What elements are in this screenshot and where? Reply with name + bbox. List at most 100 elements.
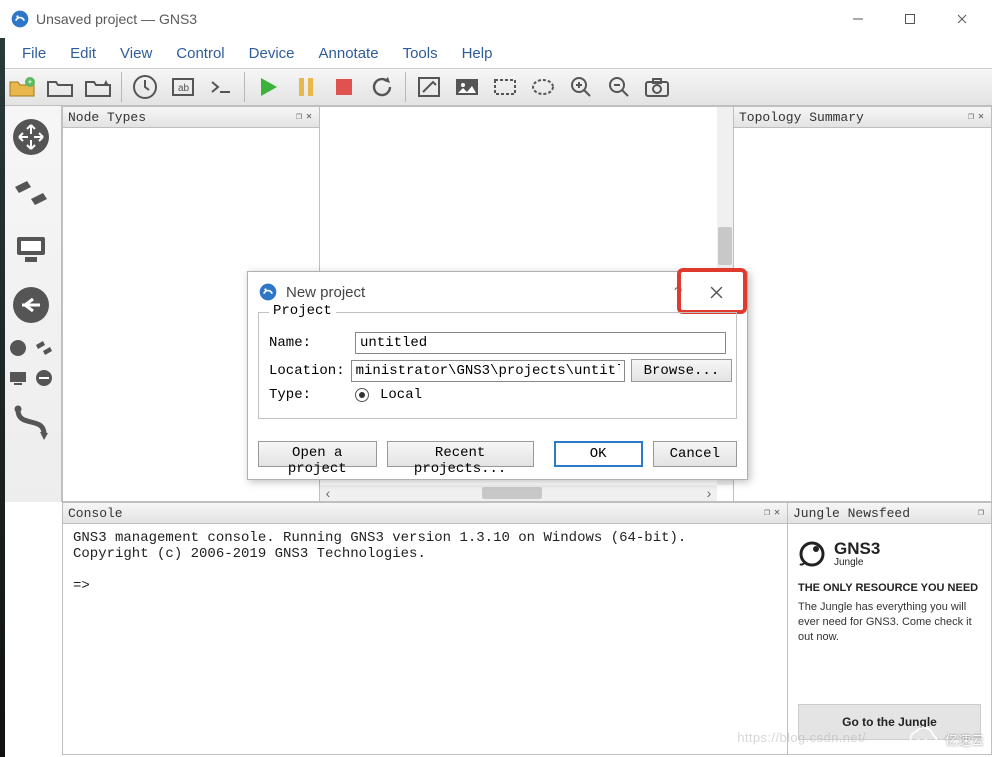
close-panel-icon[interactable]: ✕: [304, 111, 314, 123]
svg-text:+: +: [27, 77, 32, 87]
ok-button[interactable]: OK: [554, 441, 643, 467]
jungle-body: GNS3 Jungle THE ONLY RESOURCE YOU NEED T…: [788, 524, 991, 754]
titlebar: Unsaved project — GNS3: [0, 0, 992, 38]
labels-icon[interactable]: ab: [165, 70, 201, 104]
location-label: Location:: [269, 363, 345, 379]
jungle-title: Jungle Newsfeed: [793, 506, 910, 521]
url-watermark: https://blog.csdn.net/: [737, 730, 866, 745]
undock-icon[interactable]: ❐: [762, 507, 772, 519]
dialog-button-row: Open a project Recent projects... OK Can…: [248, 431, 747, 479]
start-all-icon[interactable]: [250, 70, 286, 104]
all-devices-icon-3[interactable]: [6, 366, 30, 390]
project-location-input[interactable]: [351, 360, 625, 382]
type-local-radio[interactable]: [355, 388, 369, 402]
jungle-headline: THE ONLY RESOURCE YOU NEED: [798, 582, 981, 594]
all-devices-icon-4[interactable]: [32, 366, 56, 390]
scroll-left-icon[interactable]: ‹: [320, 485, 336, 501]
save-project-icon[interactable]: [80, 70, 116, 104]
vscroll-thumb[interactable]: [718, 227, 732, 265]
annotate-text-icon[interactable]: [411, 70, 447, 104]
topology-summary-header[interactable]: Topology Summary ❐ ✕: [734, 107, 991, 128]
jungle-brand: GNS3: [834, 539, 880, 559]
menu-annotate[interactable]: Annotate: [307, 39, 391, 68]
menubar: File Edit View Control Device Annotate T…: [0, 38, 992, 68]
draw-rect-icon[interactable]: [487, 70, 523, 104]
close-panel-icon[interactable]: ✕: [976, 111, 986, 123]
all-devices-icon-2[interactable]: [32, 336, 56, 360]
menu-tools[interactable]: Tools: [391, 39, 450, 68]
project-name-input[interactable]: [355, 332, 726, 354]
menu-edit[interactable]: Edit: [58, 39, 108, 68]
jungle-logo: GNS3 Jungle: [798, 538, 981, 568]
pause-all-icon[interactable]: [288, 70, 324, 104]
snapshot-icon[interactable]: [127, 70, 163, 104]
new-project-icon[interactable]: +: [4, 70, 40, 104]
menu-view[interactable]: View: [108, 39, 164, 68]
svg-text:ab: ab: [178, 83, 190, 94]
close-window-button[interactable]: [936, 4, 988, 34]
console-prompt: =>: [73, 578, 90, 594]
node-types-header[interactable]: Node Types ❐ ✕: [63, 107, 319, 128]
console-body[interactable]: GNS3 management console. Running GNS3 ve…: [63, 524, 787, 754]
routers-category-icon[interactable]: [5, 112, 57, 162]
close-panel-icon[interactable]: ✕: [772, 507, 782, 519]
recent-projects-button[interactable]: Recent projects...: [387, 441, 534, 467]
menu-control[interactable]: Control: [164, 39, 236, 68]
undock-icon[interactable]: ❐: [966, 111, 976, 123]
bottom-area: Console ❐ ✕ GNS3 management console. Run…: [0, 502, 992, 755]
open-project-icon[interactable]: [42, 70, 78, 104]
zoom-in-icon[interactable]: [563, 70, 599, 104]
window-buttons: [832, 4, 988, 34]
menu-help[interactable]: Help: [450, 39, 505, 68]
scroll-right-icon[interactable]: ›: [701, 485, 717, 501]
end-devices-category-icon[interactable]: [5, 224, 57, 274]
reload-all-icon[interactable]: [364, 70, 400, 104]
jungle-header[interactable]: Jungle Newsfeed ❐: [788, 503, 991, 524]
canvas-hscrollbar[interactable]: ‹ ›: [320, 485, 717, 501]
device-sidebar: [0, 106, 62, 502]
screenshot-icon[interactable]: [639, 70, 675, 104]
cancel-button[interactable]: Cancel: [653, 441, 737, 467]
gns3-icon: [258, 282, 278, 302]
dialog-title-text: New project: [286, 284, 365, 301]
left-desktop-edge: [0, 38, 5, 757]
undock-icon[interactable]: ❐: [294, 111, 304, 123]
topology-summary-body: [734, 128, 991, 501]
insert-image-icon[interactable]: [449, 70, 485, 104]
maximize-button[interactable]: [884, 4, 936, 34]
menu-file[interactable]: File: [10, 39, 58, 68]
minimize-button[interactable]: [832, 4, 884, 34]
console-panel: Console ❐ ✕ GNS3 management console. Run…: [62, 502, 788, 755]
menu-device[interactable]: Device: [237, 39, 307, 68]
toolbar-sep: [244, 72, 245, 102]
zoom-out-icon[interactable]: [601, 70, 637, 104]
main-window: Unsaved project — GNS3 File Edit View Co…: [0, 0, 992, 757]
console-icon[interactable]: [203, 70, 239, 104]
window-title: Unsaved project — GNS3: [36, 11, 832, 27]
security-devices-category-icon[interactable]: [5, 280, 57, 330]
node-types-title: Node Types: [68, 110, 146, 125]
chameleon-icon: [798, 538, 828, 568]
new-project-dialog: New project ? Project Name: Location: Br…: [247, 271, 748, 480]
console-header[interactable]: Console ❐ ✕: [63, 503, 787, 524]
brand-watermark: 亿速云: [903, 727, 984, 751]
open-project-button[interactable]: Open a project: [258, 441, 377, 467]
type-local-label: Local: [380, 387, 422, 403]
add-link-icon[interactable]: [5, 396, 57, 446]
console-line: GNS3 management console. Running GNS3 ve…: [73, 530, 686, 546]
type-label: Type:: [269, 387, 349, 403]
name-label: Name:: [269, 335, 349, 351]
project-fieldset: Project Name: Location: Browse... Type: …: [258, 312, 737, 419]
dialog-help-button[interactable]: ?: [661, 284, 695, 301]
cloud-icon: [903, 727, 941, 751]
dialog-close-button[interactable]: [695, 272, 737, 312]
all-devices-icon-1[interactable]: [6, 336, 30, 360]
hscroll-thumb[interactable]: [482, 487, 542, 499]
hscroll-track[interactable]: [336, 486, 701, 500]
draw-ellipse-icon[interactable]: [525, 70, 561, 104]
stop-all-icon[interactable]: [326, 70, 362, 104]
undock-icon[interactable]: ❐: [976, 507, 986, 519]
browse-button[interactable]: Browse...: [631, 359, 733, 382]
console-title: Console: [68, 506, 123, 521]
switches-category-icon[interactable]: [5, 168, 57, 218]
